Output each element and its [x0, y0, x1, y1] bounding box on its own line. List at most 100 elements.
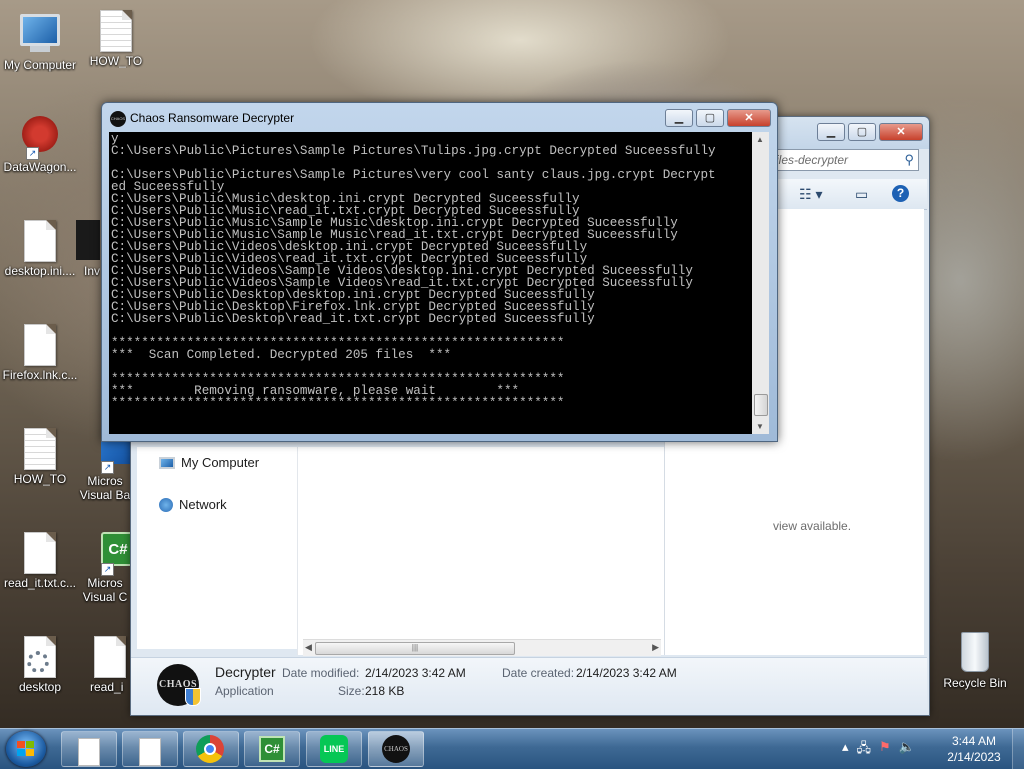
- file-type: Application: [215, 684, 274, 698]
- date-modified-value: 2/14/2023 3:42 AM: [365, 666, 466, 680]
- desktop-icon-label: Inv: [83, 264, 100, 278]
- text-file-icon: [96, 10, 136, 54]
- view-options-icon[interactable]: ☷ ▾: [799, 186, 822, 203]
- desktop-icon-desktop-ini[interactable]: desktop.ini....: [0, 220, 80, 278]
- file-name: Decrypter: [215, 664, 276, 680]
- date-created-value: 2/14/2023 3:42 AM: [576, 666, 677, 680]
- show-hidden-icons-icon[interactable]: ▴: [842, 739, 849, 761]
- desktop-icon-read-i[interactable]: read_i: [90, 636, 130, 694]
- desktop-icon-inv[interactable]: Inv: [76, 220, 100, 278]
- scrollbar-thumb[interactable]: [754, 394, 768, 416]
- desktop-icon-label: Recycle Bin: [943, 676, 1007, 690]
- network-icon: [159, 497, 173, 512]
- file-icon: [139, 738, 161, 766]
- text-file-icon: [20, 428, 60, 472]
- taskbar-button-file-2[interactable]: [122, 731, 178, 767]
- desktop-icon-label: HOW_TO: [13, 472, 67, 486]
- line-icon: LINE: [320, 735, 348, 763]
- search-input-text: iles-decrypter: [776, 153, 849, 167]
- vertical-scrollbar[interactable]: ▲ ▼: [752, 132, 769, 434]
- desktop-icon-label: HOW_TO: [89, 54, 143, 68]
- taskbar-button-chrome[interactable]: [183, 731, 239, 767]
- clock-time: 3:44 AM: [951, 734, 997, 748]
- recycle-bin-icon: [955, 632, 995, 676]
- file-list-pane[interactable]: [297, 447, 664, 655]
- chaos-icon-label: CHAOS: [382, 735, 410, 763]
- show-desktop-button[interactable]: [1012, 729, 1024, 769]
- desktop-icon-desktop[interactable]: desktop: [0, 636, 80, 694]
- uac-shield-icon: [185, 688, 201, 706]
- scroll-down-icon[interactable]: ▼: [756, 422, 764, 431]
- file-icon: [20, 532, 60, 576]
- scrollbar-thumb[interactable]: |||: [315, 642, 515, 655]
- taskbar: C# LINE CHAOS ▴ 🖧 ⚑ 🔈 3:44 AM 2/14/2023: [0, 728, 1024, 769]
- search-input[interactable]: iles-decrypter ⚲: [771, 149, 919, 171]
- console-output[interactable]: y C:\Users\Public\Pictures\Sample Pictur…: [109, 132, 752, 434]
- desktop-icon-label: desktop.ini....: [4, 264, 76, 278]
- file-icon: [20, 220, 60, 264]
- search-icon[interactable]: ⚲: [904, 152, 914, 168]
- clock[interactable]: 3:44 AM 2/14/2023: [944, 733, 1004, 765]
- chaos-icon: CHAOS: [382, 735, 410, 763]
- desktop-icon-read-it[interactable]: read_it.txt.c...: [0, 532, 80, 590]
- nav-item-my-computer[interactable]: My Computer: [159, 455, 259, 470]
- computer-icon: [159, 456, 175, 469]
- preview-pane-icon[interactable]: ▭: [855, 186, 868, 203]
- windows-logo-icon: [17, 741, 35, 757]
- maximize-button[interactable]: ▢: [848, 123, 876, 141]
- csharp-icon-label: C#: [259, 736, 285, 762]
- start-button[interactable]: [6, 731, 46, 767]
- details-pane: CHAOS Decrypter Application Date modifie…: [131, 657, 927, 714]
- close-button[interactable]: ✕: [727, 109, 771, 127]
- app-icon: [76, 220, 100, 264]
- close-button[interactable]: ✕: [879, 123, 923, 141]
- date-modified-label: Date modified:: [282, 666, 360, 680]
- clock-date: 2/14/2023: [947, 750, 1001, 764]
- desktop-icon-visual-csharp[interactable]: C# ↗ Micros Visual C: [78, 532, 132, 604]
- scroll-up-icon[interactable]: ▲: [756, 135, 764, 144]
- nav-item-label: My Computer: [181, 455, 260, 470]
- desktop-icon-label: desktop: [18, 680, 62, 694]
- taskbar-button-line[interactable]: LINE: [306, 731, 362, 767]
- volume-icon[interactable]: 🔈: [899, 739, 915, 761]
- computer-icon: [20, 14, 60, 58]
- desktop-icon-label: Micros Visual Ba: [79, 474, 131, 502]
- csharp-icon: C# ↗: [85, 532, 132, 576]
- horizontal-scrollbar[interactable]: ◀ ||| ▶: [303, 639, 661, 656]
- nav-item-network[interactable]: Network: [159, 497, 227, 512]
- maximize-button[interactable]: ▢: [696, 109, 724, 127]
- help-icon[interactable]: ?: [892, 185, 909, 202]
- desktop-icon-label: read_it.txt.c...: [3, 576, 77, 590]
- explorer-window-controls: ▁ ▢ ✕: [817, 123, 923, 141]
- scroll-left-icon[interactable]: ◀: [305, 642, 312, 653]
- chaos-app-icon: CHAOS: [110, 111, 126, 127]
- desktop-icon-my-computer[interactable]: My Computer: [0, 10, 80, 72]
- desktop-icon-label: My Computer: [3, 58, 77, 72]
- console-window[interactable]: CHAOS Chaos Ransomware Decrypter ▁ ▢ ✕ y…: [101, 102, 778, 442]
- minimize-button[interactable]: ▁: [817, 123, 845, 141]
- desktop-icon-recycle-bin[interactable]: Recycle Bin: [935, 632, 1015, 690]
- console-window-controls: ▁ ▢ ✕: [665, 109, 771, 127]
- taskbar-button-csharp[interactable]: C#: [244, 731, 300, 767]
- console-text: y C:\Users\Public\Pictures\Sample Pictur…: [111, 132, 716, 410]
- action-center-icon[interactable]: ⚑: [879, 739, 891, 761]
- settings-file-icon: [20, 636, 60, 680]
- taskbar-button-chaos[interactable]: CHAOS: [368, 731, 424, 767]
- desktop-icon-how-to[interactable]: HOW_TO: [76, 10, 156, 68]
- window-title: Chaos Ransomware Decrypter: [130, 111, 295, 125]
- navigation-pane: My Computer Network: [137, 447, 297, 649]
- desktop-icon-how-to-2[interactable]: HOW_TO: [0, 428, 80, 486]
- desktop-icon-label: Micros Visual C: [82, 576, 128, 604]
- taskbar-button-file-1[interactable]: [61, 731, 117, 767]
- size-label: Size:: [338, 684, 365, 698]
- csharp-icon: C#: [259, 736, 285, 762]
- desktop-icon-firefox-lnk[interactable]: Firefox.lnk.c...: [0, 324, 80, 382]
- line-icon-label: LINE: [320, 735, 348, 763]
- date-created-label: Date created:: [502, 666, 575, 680]
- network-icon[interactable]: 🖧: [857, 739, 872, 761]
- desktop-icon-datawagon[interactable]: ↗ DataWagon...: [0, 116, 80, 174]
- minimize-button[interactable]: ▁: [665, 109, 693, 127]
- nav-item-label: Network: [179, 497, 227, 512]
- desktop-icon-label: DataWagon...: [3, 160, 77, 174]
- scroll-right-icon[interactable]: ▶: [652, 642, 659, 653]
